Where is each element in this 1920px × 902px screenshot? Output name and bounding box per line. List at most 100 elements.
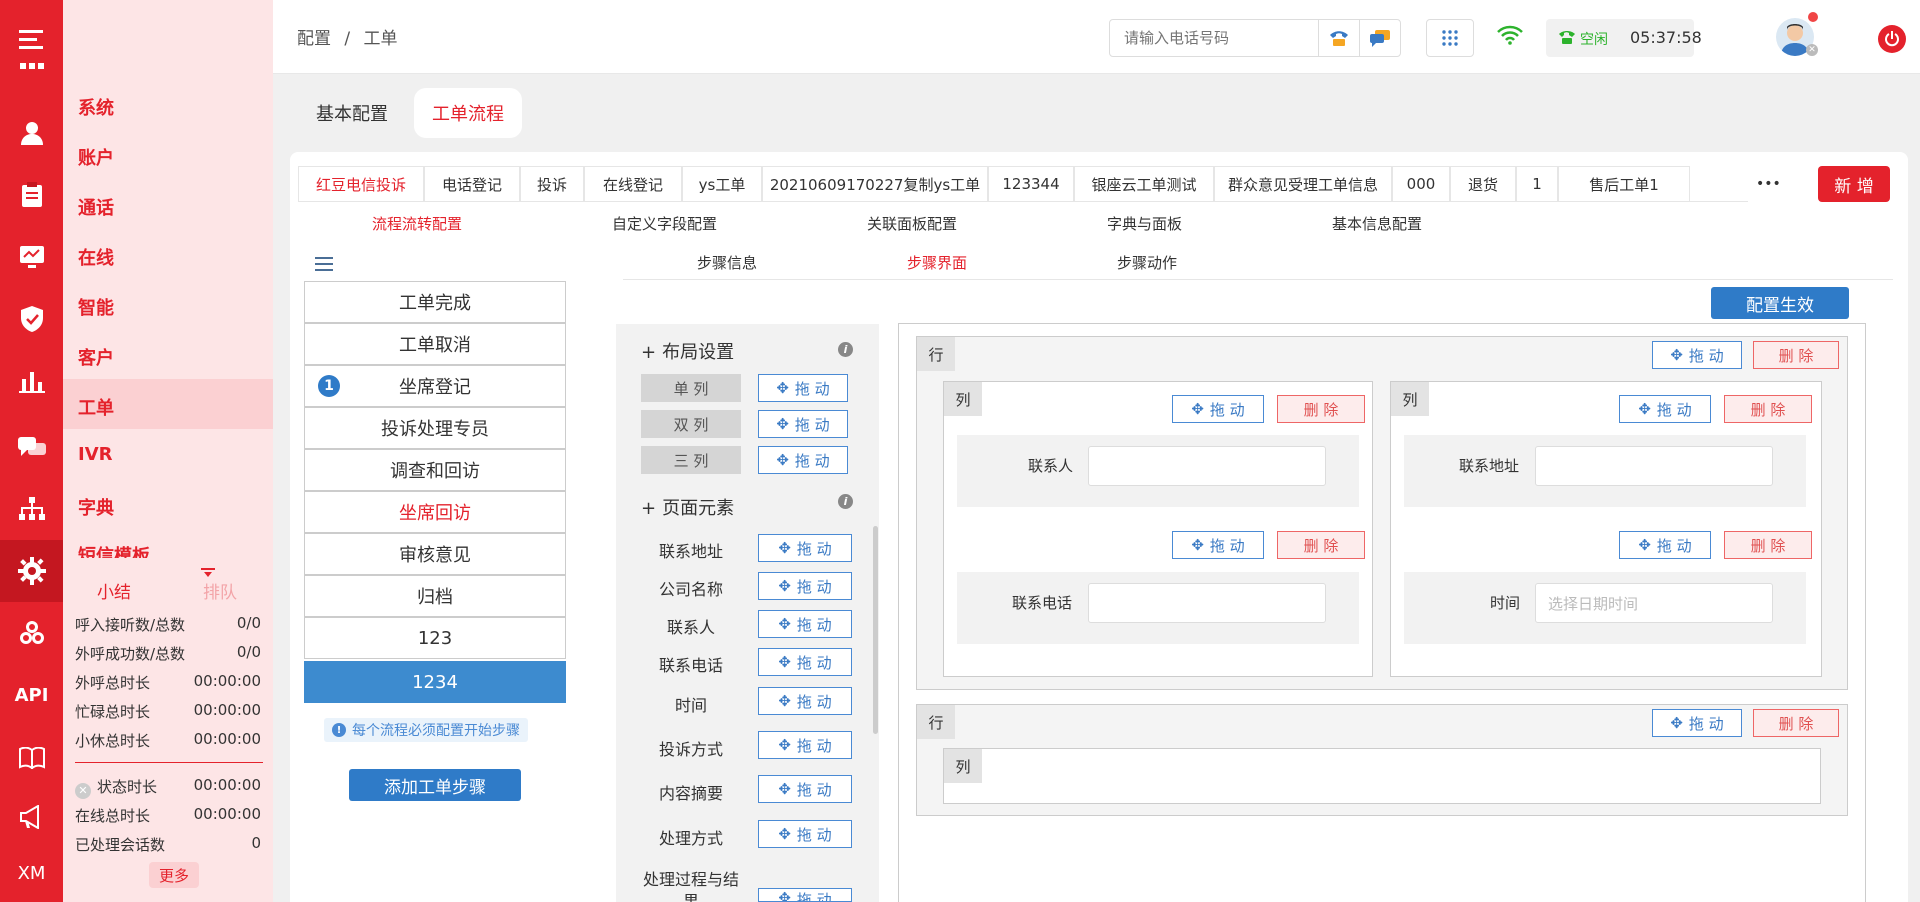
menu-item-dictionary[interactable]: 字典 [78,494,114,520]
drag-button[interactable]: ✥ 拖 动 [758,572,852,600]
step-item[interactable]: 坐席回访 [304,491,566,533]
drag-button[interactable]: ✥ 拖 动 [758,610,852,638]
config-tab-dictionary[interactable]: 字典与面板 [1107,213,1182,234]
api-icon[interactable]: API [0,670,63,720]
tab-basic-config[interactable]: 基本配置 [298,88,406,138]
menu-item-sms-template[interactable]: 短信模板 [78,542,150,558]
tab-summary[interactable]: 小结 [97,578,131,603]
drag-button[interactable]: ✥ 拖 动 [758,410,848,438]
delete-button[interactable]: 删 除 [1753,341,1839,369]
workflow-tab[interactable]: 电话登记 [424,166,520,202]
workflow-tab[interactable]: 123344 [988,166,1074,202]
menu-item-online[interactable]: 在线 [78,244,114,270]
workflow-tab[interactable]: ys工单 [682,166,762,202]
step-item[interactable]: 工单取消 [304,323,566,365]
workflow-tab[interactable]: 000 [1392,166,1450,202]
info-icon[interactable]: i [838,342,853,357]
menu-item-system[interactable]: 系统 [78,94,114,120]
avatar-close-icon[interactable]: ✕ [1806,44,1818,56]
workflow-tab[interactable]: 售后工单1 [1558,166,1690,202]
org-chart-icon[interactable] [0,484,63,534]
workflow-tab[interactable]: 投诉 [520,166,584,202]
clear-icon[interactable]: ✕ [75,783,91,799]
drag-button[interactable]: ✥ 拖 动 [1652,341,1742,369]
drag-button[interactable]: ✥ 拖 动 [1619,531,1711,559]
workflow-tab[interactable]: 银座云工单测试 [1074,166,1214,202]
step-item[interactable]: 123 [304,617,566,659]
palette-scrollbar[interactable] [873,526,878,734]
workflow-tab[interactable]: 红豆电信投诉 [298,166,424,202]
drag-button[interactable]: ✥ 拖 动 [758,820,852,848]
layout-option[interactable]: 双 列 [641,410,741,438]
datetime-input[interactable]: 选择日期时间 [1535,583,1773,623]
menu-item-ticket[interactable]: 工单 [78,394,114,420]
step-item[interactable]: 审核意见 [304,533,566,575]
workflow-tab[interactable]: 1 [1516,166,1558,202]
user-icon[interactable] [0,108,63,158]
breadcrumb-root[interactable]: 配置 [297,29,331,49]
drag-button[interactable]: ✥ 拖 动 [758,731,852,759]
settings-gear-icon[interactable] [0,540,63,602]
tab-workflow[interactable]: 工单流程 [414,88,522,138]
plus-icon[interactable]: + [641,342,656,363]
config-tab-flow[interactable]: 流程流转配置 [372,213,462,234]
megaphone-icon[interactable] [0,792,63,842]
power-icon[interactable] [1878,25,1906,53]
cubes-icon[interactable] [0,608,63,658]
apply-config-button[interactable]: 配置生效 [1711,287,1849,319]
layout-option[interactable]: 单 列 [641,374,741,402]
dial-icon[interactable] [1318,20,1359,56]
menu-item-ivr[interactable]: IVR [78,444,113,465]
clipboard-icon[interactable] [0,170,63,220]
drag-button[interactable]: ✥ 拖 动 [758,888,852,902]
step-item[interactable]: 坐席登记 [304,365,566,407]
drag-button[interactable]: ✥ 拖 动 [1619,395,1711,423]
drag-button[interactable]: ✥ 拖 动 [1172,395,1264,423]
chat-icon[interactable] [0,422,63,472]
step-tab-actions[interactable]: 步骤动作 [1117,252,1177,273]
add-step-button[interactable]: 添加工单步骤 [349,769,521,801]
menu-item-call[interactable]: 通话 [78,194,114,220]
xm-icon[interactable]: XM [0,848,63,898]
shield-icon[interactable] [0,294,63,344]
delete-button[interactable]: 删 除 [1724,395,1812,423]
book-icon[interactable] [0,733,63,783]
delete-button[interactable]: 删 除 [1724,531,1812,559]
delete-button[interactable]: 删 除 [1277,395,1365,423]
collapse-handle-icon[interactable] [201,564,215,577]
step-item[interactable]: 工单完成 [304,281,566,323]
step-tab-info[interactable]: 步骤信息 [697,252,757,273]
agent-status-box[interactable]: 空闲 05:37:58 [1546,19,1702,57]
step-item[interactable]: 调查和回访 [304,449,566,491]
drag-button[interactable]: ✥ 拖 动 [1172,531,1264,559]
drag-button[interactable]: ✥ 拖 动 [758,534,852,562]
tab-queue[interactable]: 排队 [203,578,237,603]
delete-button[interactable]: 删 除 [1277,531,1365,559]
config-tab-related-panel[interactable]: 关联面板配置 [867,213,957,234]
page-scrollbar[interactable] [1908,74,1920,902]
monitor-icon[interactable] [0,232,63,282]
drag-button[interactable]: ✥ 拖 动 [758,374,848,402]
layout-option[interactable]: 三 列 [641,446,741,474]
config-tab-basic-info[interactable]: 基本信息配置 [1332,213,1422,234]
message-icon[interactable] [1359,20,1400,56]
drag-button[interactable]: ✥ 拖 动 [758,446,848,474]
drag-button[interactable]: ✥ 拖 动 [758,775,852,803]
more-tabs-icon[interactable]: ••• [1756,176,1781,192]
drag-button[interactable]: ✥ 拖 动 [758,648,852,676]
config-tab-custom-fields[interactable]: 自定义字段配置 [612,213,717,234]
more-button[interactable]: 更多 [149,862,199,888]
workflow-tab[interactable]: 20210609170227复制ys工单 [762,166,988,202]
grid-icon[interactable] [0,50,63,80]
list-menu-icon[interactable] [315,257,333,275]
bar-chart-icon[interactable] [0,356,63,406]
drag-button[interactable]: ✥ 拖 动 [1652,709,1742,737]
menu-item-account[interactable]: 账户 [78,144,114,170]
keypad-icon[interactable] [1426,19,1474,57]
workflow-tab[interactable]: 群众意见受理工单信息 [1214,166,1392,202]
drag-button[interactable]: ✥ 拖 动 [758,687,852,715]
new-button[interactable]: 新 增 [1818,166,1890,202]
step-item-selected[interactable]: 1234 [304,661,566,703]
info-icon[interactable]: i [838,494,853,509]
menu-item-customer[interactable]: 客户 [78,344,114,370]
